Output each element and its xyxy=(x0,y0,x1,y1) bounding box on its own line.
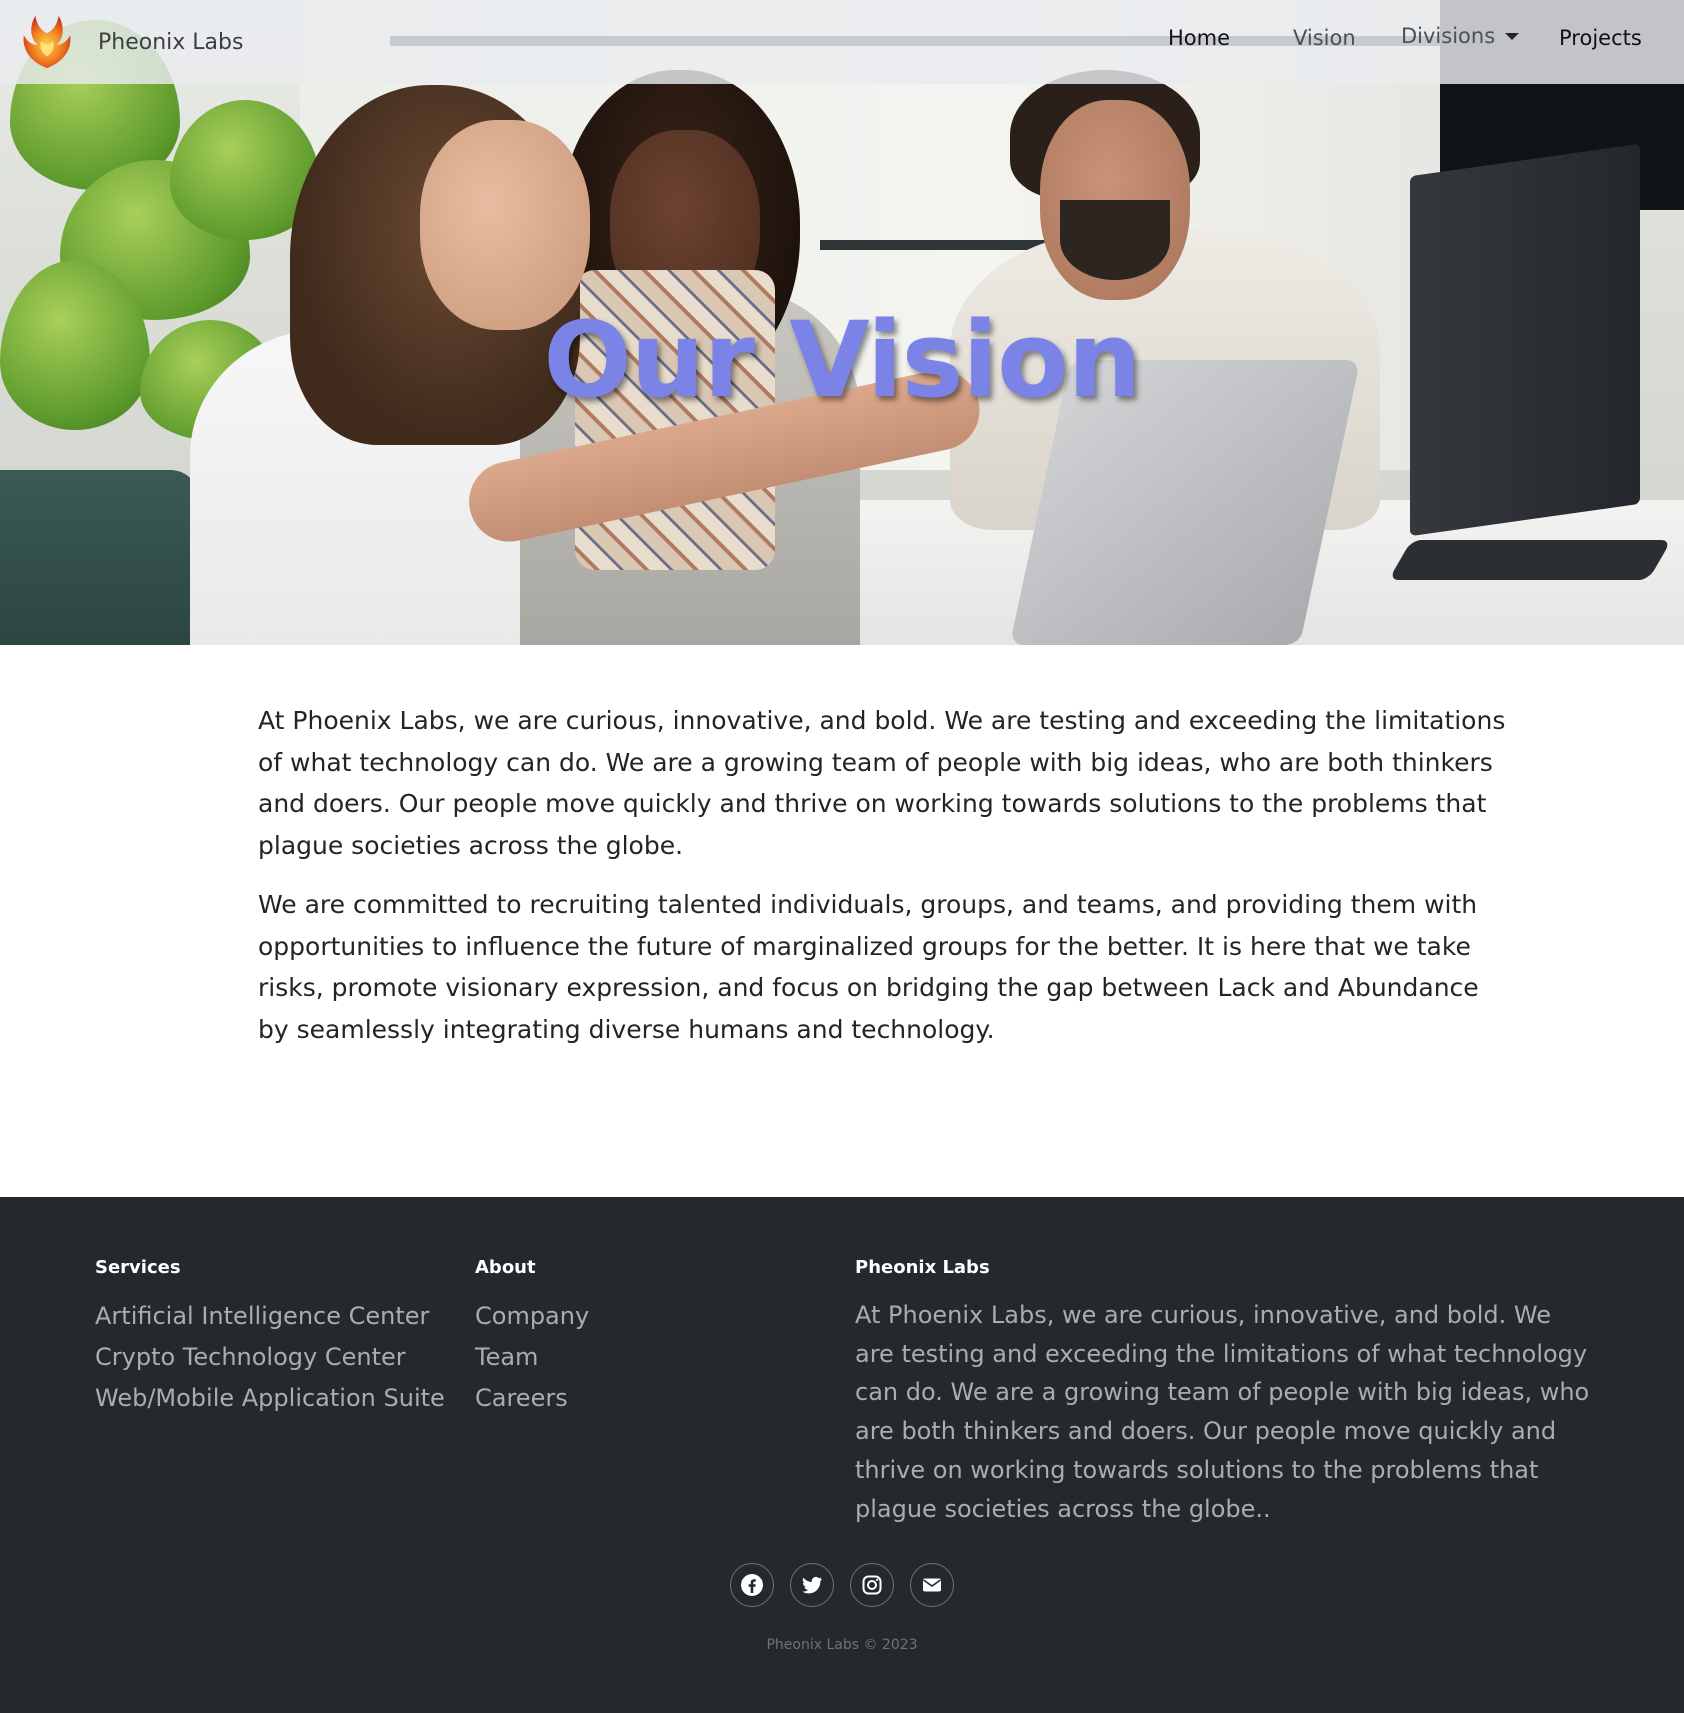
footer-link-company[interactable]: Company xyxy=(475,1296,589,1337)
instagram-button[interactable] xyxy=(850,1563,894,1607)
twitter-button[interactable] xyxy=(790,1563,834,1607)
footer-link-app-suite[interactable]: Web/Mobile Application Suite xyxy=(95,1378,445,1419)
copyright: Pheonix Labs © 2023 xyxy=(766,1637,918,1653)
footer-heading: Pheonix Labs xyxy=(855,1257,990,1278)
footer: Services Artificial Intelligence Center … xyxy=(0,1197,1684,1713)
footer-heading: About xyxy=(475,1257,536,1278)
hero-banner: Our Vision xyxy=(0,0,1684,645)
hero-photo-detail xyxy=(0,470,200,645)
nav-link-home[interactable]: Home xyxy=(1168,26,1230,50)
hero-photo-detail xyxy=(1388,540,1672,580)
email-icon xyxy=(923,1578,941,1592)
footer-link-crypto-center[interactable]: Crypto Technology Center xyxy=(95,1337,445,1378)
footer-about-column: About Company Team Careers xyxy=(475,1257,589,1419)
phoenix-logo-icon xyxy=(18,12,76,72)
email-button[interactable] xyxy=(910,1563,954,1607)
nav-dropdown-divisions[interactable]: Divisions xyxy=(1401,24,1520,48)
hero-title: Our Vision xyxy=(543,299,1141,421)
vision-content: At Phoenix Labs, we are curious, innovat… xyxy=(258,700,1508,1068)
footer-heading: Services xyxy=(95,1257,181,1278)
navbar: Pheonix Labs Home Vision Divisions Proje… xyxy=(0,0,1684,84)
facebook-icon xyxy=(741,1574,763,1596)
brand-name: Pheonix Labs xyxy=(98,29,244,55)
nav-link-vision[interactable]: Vision xyxy=(1293,26,1356,50)
footer-link-careers[interactable]: Careers xyxy=(475,1378,589,1419)
footer-brand-column: Pheonix Labs At Phoenix Labs, we are cur… xyxy=(855,1257,1595,1528)
brand-link[interactable]: Pheonix Labs xyxy=(18,10,243,74)
social-links xyxy=(730,1563,970,1607)
footer-link-ai-center[interactable]: Artificial Intelligence Center xyxy=(95,1296,445,1337)
facebook-button[interactable] xyxy=(730,1563,774,1607)
vision-paragraph: At Phoenix Labs, we are curious, innovat… xyxy=(258,706,1506,860)
footer-link-team[interactable]: Team xyxy=(475,1337,589,1378)
footer-services-column: Services Artificial Intelligence Center … xyxy=(95,1257,445,1419)
caret-down-icon xyxy=(1505,32,1520,40)
footer-description: At Phoenix Labs, we are curious, innovat… xyxy=(855,1301,1590,1523)
vision-paragraph: We are committed to recruiting talented … xyxy=(258,890,1479,1044)
twitter-icon xyxy=(802,1576,822,1594)
hero-photo-detail xyxy=(1060,200,1170,280)
instagram-icon xyxy=(862,1575,882,1595)
nav-dropdown-label: Divisions xyxy=(1401,24,1496,48)
nav-link-projects[interactable]: Projects xyxy=(1559,26,1642,50)
